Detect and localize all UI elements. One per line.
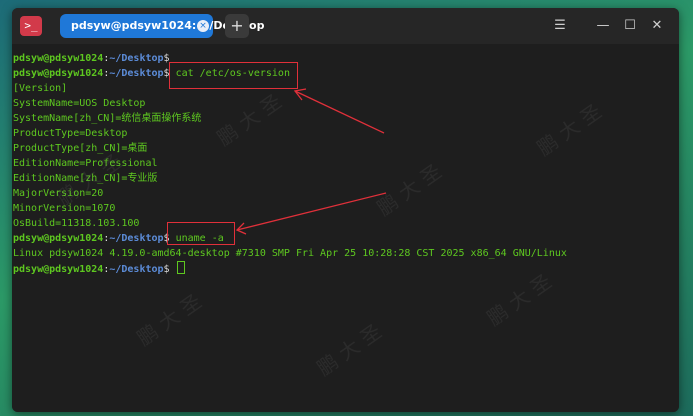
maximize-button[interactable]: ☐ bbox=[619, 16, 641, 36]
arrow-head-cat bbox=[293, 88, 307, 101]
arrow-line-cat bbox=[294, 90, 385, 134]
terminal-window: >_ pdsyw@pdsyw1024: ~/Desktop × + ☰ — ☐ … bbox=[12, 8, 679, 412]
close-button[interactable]: ✕ bbox=[646, 16, 668, 36]
menu-icon[interactable]: ☰ bbox=[549, 16, 571, 36]
minimize-button[interactable]: — bbox=[592, 16, 614, 36]
terminal-output[interactable]: pdsyw@pdsyw1024:~/Desktop$ Linux pdsyw10… bbox=[12, 44, 679, 412]
title-bar[interactable]: >_ pdsyw@pdsyw1024: ~/Desktop × + ☰ — ☐ … bbox=[12, 8, 679, 44]
annotation-arrows bbox=[235, 88, 387, 235]
terminal-app-icon: >_ bbox=[20, 16, 42, 36]
tab-close-icon[interactable]: × bbox=[197, 20, 209, 32]
new-tab-button[interactable]: + bbox=[225, 14, 249, 38]
arrow-line-uname bbox=[236, 192, 387, 231]
tab-terminal[interactable]: pdsyw@pdsyw1024: ~/Desktop × bbox=[60, 14, 264, 38]
